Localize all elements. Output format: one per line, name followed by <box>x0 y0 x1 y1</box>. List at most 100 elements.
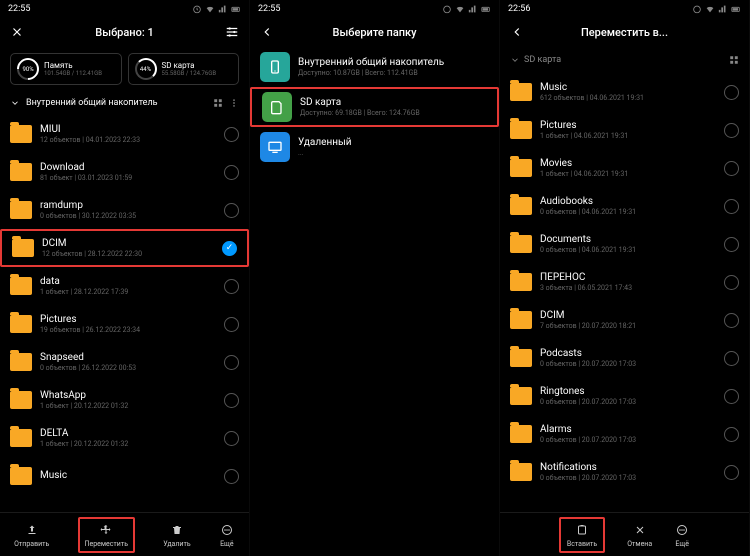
storage-name: SD карта <box>162 61 217 70</box>
file-row[interactable]: Documents0 объектов | 04.06.2021 19:31 <box>500 225 749 263</box>
checkbox[interactable] <box>224 203 239 218</box>
file-row-selected[interactable]: DCIM12 объектов | 28.12.2022 22:30 <box>0 229 249 267</box>
radio[interactable] <box>724 275 739 290</box>
storage-size: 101.54GB / 112.41GB <box>44 70 102 77</box>
progress-circle: 44% <box>135 58 157 80</box>
radio[interactable] <box>724 199 739 214</box>
move-button[interactable]: Переместить <box>78 517 136 553</box>
settings-icon[interactable] <box>225 25 239 39</box>
header: Выберите папку <box>250 17 499 47</box>
radio[interactable] <box>724 237 739 252</box>
grid-icon[interactable] <box>729 55 739 65</box>
paste-button[interactable]: Вставить <box>559 517 605 553</box>
file-list: MIUI12 объектов | 04.01.2023 22:33 Downl… <box>0 115 249 495</box>
folder-icon <box>510 235 532 253</box>
radio[interactable] <box>724 427 739 442</box>
checkbox[interactable] <box>224 431 239 446</box>
folder-icon <box>10 467 32 485</box>
file-row[interactable]: data1 объект | 28.12.2022 17:39 <box>0 267 249 305</box>
checkbox[interactable] <box>224 317 239 332</box>
checkbox[interactable] <box>224 355 239 370</box>
file-row[interactable]: Snapseed0 объектов | 26.12.2022 00:53 <box>0 343 249 381</box>
folder-icon <box>10 201 32 219</box>
status-icons <box>692 4 741 14</box>
screen-2: 22:55 Выберите папку Внутренний общий на… <box>250 0 500 556</box>
file-row[interactable]: DCIM7 объектов | 20.07.2020 18:21 <box>500 301 749 339</box>
file-row[interactable]: Pictures1 объект | 04.06.2021 19:31 <box>500 111 749 149</box>
screen-1: 22:55 Выбрано: 1 90% Память 101.54GB / 1… <box>0 0 250 556</box>
file-row[interactable]: Movies1 объект | 04.06.2021 19:31 <box>500 149 749 187</box>
file-row[interactable]: Audiobooks0 объектов | 04.06.2021 19:31 <box>500 187 749 225</box>
back-icon[interactable] <box>260 25 274 39</box>
battery-icon <box>481 4 491 14</box>
storage-card-sd[interactable]: 44% SD карта 55.58GB / 124.76GB <box>128 53 240 85</box>
folder-icon <box>10 277 32 295</box>
file-row[interactable]: Podcasts0 объектов | 20.07.2020 17:03 <box>500 339 749 377</box>
radio[interactable] <box>724 85 739 100</box>
paste-icon <box>576 524 588 536</box>
folder-icon <box>12 239 34 257</box>
storage-internal[interactable]: Внутренний общий накопительДоступно: 10.… <box>250 47 499 87</box>
wifi-icon <box>205 4 215 14</box>
chevron-down-icon <box>510 55 520 65</box>
file-row[interactable]: Alarms0 объектов | 20.07.2020 17:03 <box>500 415 749 453</box>
folder-icon <box>10 125 32 143</box>
file-row[interactable]: ПЕРЕНОС3 объекта | 06.05.2021 17:43 <box>500 263 749 301</box>
header-title: Выберите папку <box>286 26 463 39</box>
file-row[interactable]: Music612 объектов | 04.06.2021 19:31 <box>500 73 749 111</box>
signal-icon <box>718 4 728 14</box>
storage-cards: 90% Память 101.54GB / 112.41GB 44% SD ка… <box>0 47 249 91</box>
folder-icon <box>510 159 532 177</box>
delete-button[interactable]: Удалить <box>163 522 190 548</box>
folder-icon <box>10 429 32 447</box>
sd-icon <box>262 92 292 122</box>
cancel-button[interactable]: Отмена <box>627 522 652 548</box>
more-icon[interactable] <box>229 98 239 108</box>
delete-icon <box>171 524 183 536</box>
file-row[interactable]: ramdump0 объектов | 30.12.2022 03:35 <box>0 191 249 229</box>
checkbox[interactable] <box>224 127 239 142</box>
radio[interactable] <box>724 161 739 176</box>
radio[interactable] <box>724 123 739 138</box>
file-row[interactable]: Download81 объект | 03.01.2023 01:59 <box>0 153 249 191</box>
radio[interactable] <box>724 389 739 404</box>
checkbox[interactable] <box>224 165 239 180</box>
close-icon[interactable] <box>10 25 24 39</box>
checkbox[interactable] <box>224 279 239 294</box>
status-bar: 22:55 <box>0 0 249 17</box>
file-row[interactable]: Ringtones0 объектов | 20.07.2020 17:03 <box>500 377 749 415</box>
radio[interactable] <box>724 465 739 480</box>
folder-icon <box>10 315 32 333</box>
path-text: Внутренний общий накопитель <box>26 98 158 108</box>
bottom-bar: Вставить Отмена Ещё <box>500 512 749 556</box>
close-icon <box>634 524 646 536</box>
more-button[interactable]: Ещё <box>219 522 235 548</box>
storage-card-internal[interactable]: 90% Память 101.54GB / 112.41GB <box>10 53 122 85</box>
file-row[interactable]: Pictures19 объектов | 26.12.2022 23:34 <box>0 305 249 343</box>
battery-icon <box>231 4 241 14</box>
alarm-icon <box>692 4 702 14</box>
back-icon[interactable] <box>510 25 524 39</box>
path-bar[interactable]: Внутренний общий накопитель <box>0 91 249 115</box>
folder-icon <box>510 83 532 101</box>
folder-icon <box>510 273 532 291</box>
storage-sd[interactable]: SD картаДоступно: 69.18GB | Всего: 124.7… <box>250 87 499 127</box>
file-row[interactable]: MIUI12 объектов | 04.01.2023 22:33 <box>0 115 249 153</box>
radio[interactable] <box>724 313 739 328</box>
bottom-bar: Отправить Переместить Удалить Ещё <box>0 512 249 556</box>
checkbox-checked[interactable] <box>222 241 237 256</box>
storage-info: Память 101.54GB / 112.41GB <box>44 61 102 77</box>
file-row[interactable]: WhatsApp1 объект | 20.12.2022 01:32 <box>0 381 249 419</box>
phone-icon <box>260 52 290 82</box>
path-crumb[interactable]: SD карта <box>500 47 749 73</box>
radio[interactable] <box>724 351 739 366</box>
checkbox[interactable] <box>224 393 239 408</box>
share-button[interactable]: Отправить <box>14 522 49 548</box>
file-row[interactable]: DELTA1 объект | 20.12.2022 01:32 <box>0 419 249 457</box>
checkbox[interactable] <box>224 469 239 484</box>
more-button[interactable]: Ещё <box>674 522 690 548</box>
file-row[interactable]: Music <box>0 457 249 495</box>
storage-remote[interactable]: Удаленный... <box>250 127 499 167</box>
grid-icon[interactable] <box>213 98 223 108</box>
file-row[interactable]: Notifications0 объектов | 20.07.2020 17:… <box>500 453 749 491</box>
